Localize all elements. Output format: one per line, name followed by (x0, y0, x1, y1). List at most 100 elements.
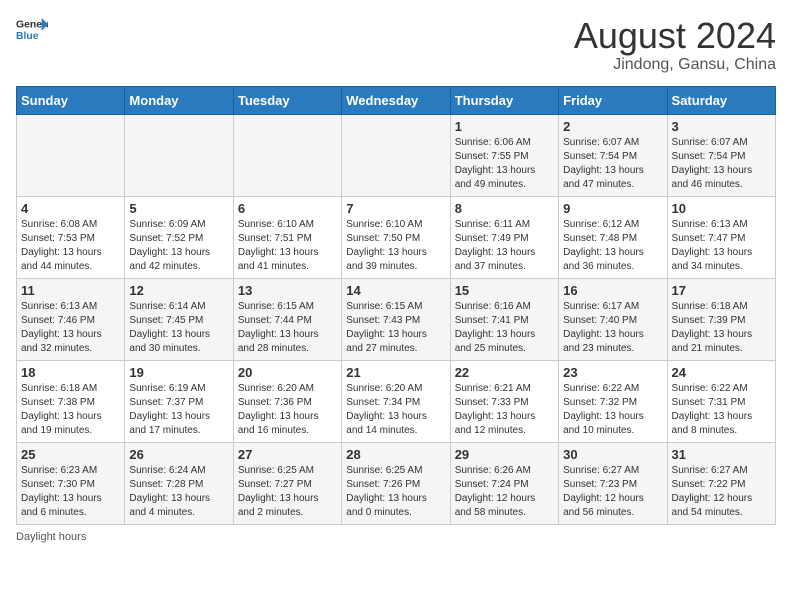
day-info: Sunrise: 6:15 AMSunset: 7:44 PMDaylight:… (238, 300, 337, 356)
day-cell: 27 Sunrise: 6:25 AMSunset: 7:27 PMDayligh… (233, 442, 341, 524)
day-info: Sunrise: 6:24 AMSunset: 7:28 PMDaylight:… (129, 464, 228, 520)
day-number: 29 (455, 447, 554, 462)
month-title: August 2024 (574, 16, 776, 56)
logo: General Blue (16, 16, 48, 44)
day-number: 30 (563, 447, 662, 462)
day-cell: 16Sunrise: 6:17 AMSunset: 7:40 PMDayligh… (559, 278, 667, 360)
column-header-tuesday: Tuesday (233, 86, 341, 114)
day-info: Sunrise: 6:19 AMSunset: 7:37 PMDaylight:… (129, 382, 228, 438)
logo-icon: General Blue (16, 16, 48, 44)
day-info: Sunrise: 6:15 AMSunset: 7:43 PMDaylight:… (346, 300, 445, 356)
day-number: 28 (346, 447, 445, 462)
day-cell: 28 Sunrise: 6:25 AMSunset: 7:26 PMDayligh… (342, 442, 450, 524)
day-info: Sunrise: 6:20 AMSunset: 7:36 PMDaylight:… (238, 382, 337, 438)
day-number: 26 (129, 447, 228, 462)
day-info: Sunrise: 6:22 AMSunset: 7:32 PMDaylight:… (563, 382, 662, 438)
week-row-3: 11 Sunrise: 6:13 AMSunset: 7:46 PMDayligh… (17, 278, 776, 360)
week-row-1: 1Sunrise: 6:06 AMSunset: 7:55 PMDaylight… (17, 114, 776, 196)
day-cell: 12 Sunrise: 6:14 AMSunset: 7:45 PMDayligh… (125, 278, 233, 360)
day-number: 4 (21, 201, 120, 216)
day-number: 12 (129, 283, 228, 298)
day-info: Sunrise: 6:23 AMSunset: 7:30 PMDaylight:… (21, 464, 120, 520)
day-info: Sunrise: 6:09 AMSunset: 7:52 PMDaylight:… (129, 218, 228, 274)
day-cell: 3 Sunrise: 6:07 AMSunset: 7:54 PMDaylight… (667, 114, 775, 196)
day-info: Sunrise: 6:21 AMSunset: 7:33 PMDaylight:… (455, 382, 554, 438)
week-row-4: 18 Sunrise: 6:18 AMSunset: 7:38 PMDayligh… (17, 360, 776, 442)
day-number: 23 (563, 365, 662, 380)
column-header-sunday: Sunday (17, 86, 125, 114)
day-info: Sunrise: 6:07 AMSunset: 7:54 PMDaylight:… (563, 136, 662, 192)
day-cell: 8Sunrise: 6:11 AMSunset: 7:49 PMDaylight… (450, 196, 558, 278)
day-cell: 5 Sunrise: 6:09 AMSunset: 7:52 PMDaylight… (125, 196, 233, 278)
day-number: 18 (21, 365, 120, 380)
day-number: 5 (129, 201, 228, 216)
calendar-header-row: SundayMondayTuesdayWednesdayThursdayFrid… (17, 86, 776, 114)
day-cell (233, 114, 341, 196)
day-info: Sunrise: 6:06 AMSunset: 7:55 PMDaylight:… (455, 136, 554, 192)
day-number: 14 (346, 283, 445, 298)
header: General Blue August 2024 Jindong, Gansu,… (16, 16, 776, 74)
day-info: Sunrise: 6:20 AMSunset: 7:34 PMDaylight:… (346, 382, 445, 438)
day-cell: 20 Sunrise: 6:20 AMSunset: 7:36 PMDayligh… (233, 360, 341, 442)
day-cell: 23 Sunrise: 6:22 AMSunset: 7:32 PMDayligh… (559, 360, 667, 442)
day-cell: 17Sunrise: 6:18 AMSunset: 7:39 PMDayligh… (667, 278, 775, 360)
title-area: August 2024 Jindong, Gansu, China (574, 16, 776, 74)
day-info: Sunrise: 6:14 AMSunset: 7:45 PMDaylight:… (129, 300, 228, 356)
day-cell: 26 Sunrise: 6:24 AMSunset: 7:28 PMDayligh… (125, 442, 233, 524)
day-cell: 10 Sunrise: 6:13 AMSunset: 7:47 PMDayligh… (667, 196, 775, 278)
day-info: Sunrise: 6:16 AMSunset: 7:41 PMDaylight:… (455, 300, 554, 356)
day-cell: 18 Sunrise: 6:18 AMSunset: 7:38 PMDayligh… (17, 360, 125, 442)
column-header-friday: Friday (559, 86, 667, 114)
day-number: 21 (346, 365, 445, 380)
day-number: 2 (563, 119, 662, 134)
day-number: 3 (672, 119, 771, 134)
svg-text:Blue: Blue (16, 31, 39, 42)
day-info: Sunrise: 6:12 AMSunset: 7:48 PMDaylight:… (563, 218, 662, 274)
day-cell: 21 Sunrise: 6:20 AMSunset: 7:34 PMDayligh… (342, 360, 450, 442)
day-cell (342, 114, 450, 196)
day-number: 10 (672, 201, 771, 216)
column-header-thursday: Thursday (450, 86, 558, 114)
day-number: 22 (455, 365, 554, 380)
day-info: Sunrise: 6:22 AMSunset: 7:31 PMDaylight:… (672, 382, 771, 438)
legend: Daylight hours (16, 531, 776, 543)
day-cell: 29 Sunrise: 6:26 AMSunset: 7:24 PMDayligh… (450, 442, 558, 524)
day-cell: 1Sunrise: 6:06 AMSunset: 7:55 PMDaylight… (450, 114, 558, 196)
day-info: Sunrise: 6:25 AMSunset: 7:26 PMDaylight:… (346, 464, 445, 520)
day-cell: 31 Sunrise: 6:27 AMSunset: 7:22 PMDayligh… (667, 442, 775, 524)
day-cell: 19 Sunrise: 6:19 AMSunset: 7:37 PMDayligh… (125, 360, 233, 442)
day-number: 15 (455, 283, 554, 298)
calendar-table: SundayMondayTuesdayWednesdayThursdayFrid… (16, 86, 776, 525)
day-info: Sunrise: 6:18 AMSunset: 7:38 PMDaylight:… (21, 382, 120, 438)
day-info: Sunrise: 6:26 AMSunset: 7:24 PMDaylight:… (455, 464, 554, 520)
day-cell: 7Sunrise: 6:10 AMSunset: 7:50 PMDaylight… (342, 196, 450, 278)
day-cell: 6Sunrise: 6:10 AMSunset: 7:51 PMDaylight… (233, 196, 341, 278)
day-number: 11 (21, 283, 120, 298)
day-info: Sunrise: 6:13 AMSunset: 7:46 PMDaylight:… (21, 300, 120, 356)
day-number: 27 (238, 447, 337, 462)
day-info: Sunrise: 6:08 AMSunset: 7:53 PMDaylight:… (21, 218, 120, 274)
column-header-monday: Monday (125, 86, 233, 114)
day-cell: 25 Sunrise: 6:23 AMSunset: 7:30 PMDayligh… (17, 442, 125, 524)
day-number: 24 (672, 365, 771, 380)
day-number: 9 (563, 201, 662, 216)
week-row-2: 4 Sunrise: 6:08 AMSunset: 7:53 PMDaylight… (17, 196, 776, 278)
day-number: 25 (21, 447, 120, 462)
day-info: Sunrise: 6:07 AMSunset: 7:54 PMDaylight:… (672, 136, 771, 192)
day-cell: 30Sunrise: 6:27 AMSunset: 7:23 PMDayligh… (559, 442, 667, 524)
day-info: Sunrise: 6:27 AMSunset: 7:22 PMDaylight:… (672, 464, 771, 520)
location-title: Jindong, Gansu, China (574, 56, 776, 74)
day-info: Sunrise: 6:13 AMSunset: 7:47 PMDaylight:… (672, 218, 771, 274)
day-number: 31 (672, 447, 771, 462)
day-cell (17, 114, 125, 196)
day-info: Sunrise: 6:25 AMSunset: 7:27 PMDaylight:… (238, 464, 337, 520)
day-number: 19 (129, 365, 228, 380)
day-cell: 22 Sunrise: 6:21 AMSunset: 7:33 PMDayligh… (450, 360, 558, 442)
column-header-saturday: Saturday (667, 86, 775, 114)
day-number: 20 (238, 365, 337, 380)
day-info: Sunrise: 6:10 AMSunset: 7:50 PMDaylight:… (346, 218, 445, 274)
day-cell: 24 Sunrise: 6:22 AMSunset: 7:31 PMDayligh… (667, 360, 775, 442)
day-number: 8 (455, 201, 554, 216)
day-number: 6 (238, 201, 337, 216)
day-cell: 2 Sunrise: 6:07 AMSunset: 7:54 PMDaylight… (559, 114, 667, 196)
